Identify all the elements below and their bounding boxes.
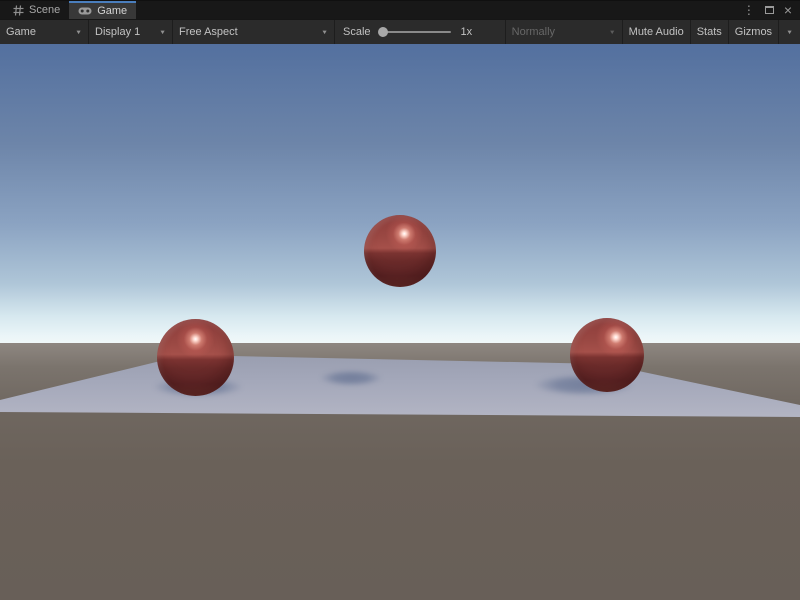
scale-control: Scale 1x xyxy=(335,20,480,44)
stats-button[interactable]: Stats xyxy=(691,20,729,44)
chevron-down-icon: ▼ xyxy=(159,29,166,35)
tab-game-label: Game xyxy=(97,5,127,17)
gamepad-icon xyxy=(78,6,92,16)
chevron-down-icon: ▼ xyxy=(786,29,793,35)
tab-game[interactable]: Game xyxy=(69,1,136,19)
aspect-ratio-label: Free Aspect xyxy=(179,26,238,38)
game-view-toolbar: Game ▼ Display 1 ▼ Free Aspect ▼ Scale 1… xyxy=(0,19,800,44)
game-viewport[interactable] xyxy=(0,44,800,600)
gizmos-label: Gizmos xyxy=(735,26,772,38)
scale-label: Scale xyxy=(343,26,371,38)
toolbar-spacer xyxy=(480,20,505,44)
chevron-down-icon: ▼ xyxy=(321,29,328,35)
chevron-down-icon: ▼ xyxy=(609,29,616,35)
maximize-icon[interactable] xyxy=(765,6,774,14)
sphere-shadow xyxy=(320,370,382,386)
unity-game-panel: Scene Game ⋮ × Game ▼ Display 1 ▼ xyxy=(0,0,800,600)
grid-icon xyxy=(13,5,24,16)
mute-audio-button[interactable]: Mute Audio xyxy=(623,20,691,44)
tab-scene-label: Scene xyxy=(29,4,60,16)
red-sphere-left xyxy=(157,319,234,396)
red-sphere-middle xyxy=(364,215,436,287)
scale-slider-knob[interactable] xyxy=(378,27,388,37)
aspect-ratio-dropdown[interactable]: Free Aspect ▼ xyxy=(173,20,335,44)
scale-slider-track[interactable] xyxy=(379,31,451,33)
display-dropdown[interactable]: Display 1 ▼ xyxy=(89,20,173,44)
enter-play-mode-dropdown: Normally ▼ xyxy=(505,20,623,44)
gizmos-dropdown[interactable]: ▼ xyxy=(778,20,800,44)
enter-play-mode-label: Normally xyxy=(512,26,555,38)
stats-label: Stats xyxy=(697,26,722,38)
view-mode-dropdown[interactable]: Game ▼ xyxy=(0,20,89,44)
window-controls: ⋮ × xyxy=(743,1,800,19)
gizmos-button[interactable]: Gizmos xyxy=(729,20,778,44)
mute-audio-label: Mute Audio xyxy=(629,26,684,38)
view-mode-label: Game xyxy=(6,26,36,38)
tab-bar: Scene Game ⋮ × xyxy=(0,0,800,19)
close-icon[interactable]: × xyxy=(784,3,792,17)
kebab-menu-icon[interactable]: ⋮ xyxy=(743,4,755,16)
scale-slider[interactable] xyxy=(379,26,451,38)
display-label: Display 1 xyxy=(95,26,140,38)
scale-value: 1x xyxy=(461,26,473,38)
chevron-down-icon: ▼ xyxy=(75,29,82,35)
red-sphere-right xyxy=(570,318,644,392)
tab-scene[interactable]: Scene xyxy=(4,1,69,19)
